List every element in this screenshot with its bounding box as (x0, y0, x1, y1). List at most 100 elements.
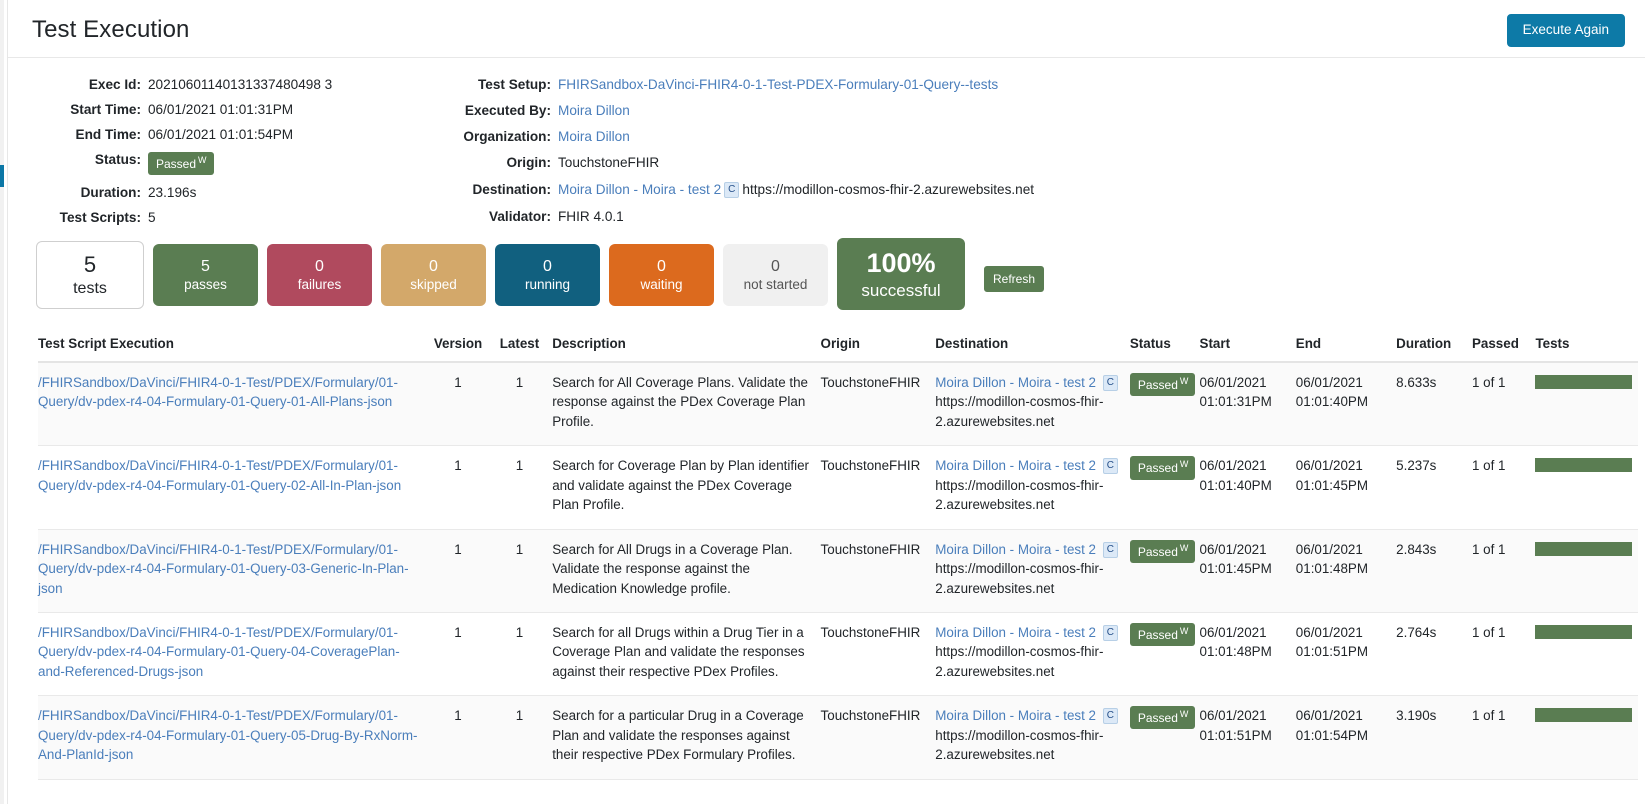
cell-test-script: /FHIRSandbox/DaVinci/FHIR4-0-1-Test/PDEX… (38, 529, 430, 613)
destination-link[interactable]: Moira Dillon - Moira - test 2 (935, 375, 1096, 390)
cell-origin: TouchstoneFHIR (820, 445, 936, 530)
start-time: 01:01:51PM (1199, 727, 1272, 743)
col-header-destination[interactable]: Destination (935, 330, 1130, 364)
table-row: /FHIRSandbox/DaVinci/FHIR4-0-1-Test/PDEX… (38, 612, 1638, 697)
execute-again-button[interactable]: Execute Again (1506, 14, 1625, 47)
status-badge-sup: W (1179, 376, 1189, 387)
cell-version: 1 (429, 695, 493, 780)
destination-link[interactable]: Moira Dillon - Moira - test 2 (935, 542, 1096, 557)
tests-progress-bar (1535, 458, 1632, 473)
detail-label-validator: Validator: (489, 208, 551, 224)
stat-running-label: running (524, 276, 571, 292)
destination-link[interactable]: Moira Dillon - Moira - test 2 (935, 458, 1096, 473)
page-container: Test Execution Execute Again Exec Id: 20… (7, 0, 1645, 804)
details-left-column: Exec Id: 20210601140131337480498 3 Start… (8, 72, 428, 230)
cell-tests (1535, 445, 1638, 530)
test-setup-link[interactable]: FHIRSandbox-DaVinci-FHIR4-0-1-Test-PDEX-… (558, 77, 998, 92)
col-header-test-script-execution[interactable]: Test Script Execution (38, 330, 430, 364)
col-header-duration[interactable]: Duration (1396, 330, 1472, 364)
col-header-end[interactable]: End (1295, 330, 1397, 364)
test-script-link[interactable]: /FHIRSandbox/DaVinci/FHIR4-0-1-Test/PDEX… (38, 542, 409, 596)
status-badge: Passed W (1129, 373, 1196, 397)
destination-link[interactable]: Moira Dillon - Moira - test 2 (935, 625, 1096, 640)
stat-running[interactable]: 0 running (495, 244, 600, 307)
cell-end: 06/01/2021 01:01:48PM (1295, 529, 1397, 613)
cell-origin: TouchstoneFHIR (820, 362, 936, 447)
cell-passed: 1 of 1 (1471, 612, 1536, 697)
detail-value-test-scripts: 5 (148, 210, 156, 226)
col-header-latest[interactable]: Latest (492, 330, 553, 364)
cell-start: 06/01/2021 01:01:45PM (1199, 529, 1296, 613)
refresh-button[interactable]: Refresh (984, 266, 1045, 293)
cell-latest: 1 (492, 529, 553, 613)
col-header-start[interactable]: Start (1199, 330, 1296, 364)
table-body: /FHIRSandbox/DaVinci/FHIR4-0-1-Test/PDEX… (38, 362, 1638, 780)
stat-passes-count: 5 (201, 257, 210, 275)
destination-url: https://modillon-cosmos-fhir-2.azurewebs… (742, 181, 1035, 197)
stat-not-started[interactable]: 0 not started (723, 244, 828, 307)
col-header-version[interactable]: Version (429, 330, 493, 364)
detail-row-validator: Validator: FHIR 4.0.1 (428, 204, 1328, 230)
destination-link[interactable]: Moira Dillon - Moira - test 2 (558, 182, 721, 197)
detail-label-destination: Destination: (472, 181, 551, 197)
status-badge-text: Passed (1137, 378, 1178, 393)
stat-passes[interactable]: 5 passes (153, 244, 258, 307)
status-badge: Passed W (1129, 706, 1196, 730)
detail-row-origin: Origin: TouchstoneFHIR (428, 150, 1328, 176)
status-badge: Passed W (1129, 539, 1196, 563)
left-rail-active-marker (0, 165, 4, 187)
col-header-status[interactable]: Status (1129, 330, 1200, 364)
stat-not-started-label: not started (743, 276, 808, 292)
cell-passed: 1 of 1 (1471, 445, 1536, 530)
status-badge-sup: W (1179, 542, 1189, 553)
detail-value-origin: TouchstoneFHIR (558, 155, 660, 171)
col-header-passed[interactable]: Passed (1471, 330, 1536, 364)
test-script-link[interactable]: /FHIRSandbox/DaVinci/FHIR4-0-1-Test/PDEX… (38, 708, 417, 762)
cell-destination: Moira Dillon - Moira - test 2 C https://… (935, 529, 1130, 613)
cell-latest: 1 (492, 695, 553, 780)
start-time: 01:01:48PM (1199, 644, 1272, 660)
detail-value-start-time: 06/01/2021 01:01:31PM (148, 101, 294, 117)
connection-type-tag: C (724, 181, 740, 198)
detail-label-test-scripts: Test Scripts: (59, 210, 141, 226)
executed-by-link[interactable]: Moira Dillon (558, 103, 630, 118)
cell-duration: 3.190s (1396, 695, 1472, 780)
col-header-tests[interactable]: Tests (1535, 330, 1638, 364)
cell-description: Search for All Drugs in a Coverage Plan.… (552, 529, 821, 613)
test-script-link[interactable]: /FHIRSandbox/DaVinci/FHIR4-0-1-Test/PDEX… (38, 375, 398, 409)
stat-waiting-label: waiting (640, 276, 683, 292)
connection-type-tag: C (1102, 375, 1118, 392)
detail-label-origin: Origin: (506, 155, 551, 171)
destination-link[interactable]: Moira Dillon - Moira - test 2 (935, 708, 1096, 723)
cell-destination: Moira Dillon - Moira - test 2 C https://… (935, 695, 1130, 780)
stat-waiting-count: 0 (657, 257, 666, 275)
cell-tests (1535, 612, 1638, 697)
cell-origin: TouchstoneFHIR (820, 529, 936, 613)
stat-failures-label: failures (297, 276, 342, 292)
detail-value-end-time: 06/01/2021 01:01:54PM (148, 126, 294, 142)
stat-tests[interactable]: 5 tests (36, 241, 144, 310)
start-date: 06/01/2021 (1199, 375, 1267, 391)
cell-status: Passed W (1129, 362, 1200, 447)
test-script-link[interactable]: /FHIRSandbox/DaVinci/FHIR4-0-1-Test/PDEX… (38, 458, 401, 492)
stat-failures[interactable]: 0 failures (267, 244, 372, 307)
stat-waiting[interactable]: 0 waiting (609, 244, 714, 307)
cell-latest: 1 (492, 612, 553, 697)
col-header-description[interactable]: Description (552, 330, 821, 364)
cell-description: Search for all Drugs within a Drug Tier … (552, 612, 821, 697)
col-header-origin[interactable]: Origin (820, 330, 936, 364)
cell-description: Search for Coverage Plan by Plan identif… (552, 445, 821, 530)
stat-skipped[interactable]: 0 skipped (381, 244, 486, 307)
detail-value-status: Passed W (148, 147, 428, 180)
stat-percent-label: successful (861, 281, 941, 301)
detail-label-test-setup: Test Setup: (477, 76, 551, 92)
stat-tests-count: 5 (83, 252, 97, 278)
cell-origin: TouchstoneFHIR (820, 612, 936, 697)
cell-latest: 1 (492, 445, 553, 530)
start-time: 01:01:31PM (1199, 394, 1272, 410)
test-script-link[interactable]: /FHIRSandbox/DaVinci/FHIR4-0-1-Test/PDEX… (38, 625, 400, 679)
end-date: 06/01/2021 (1295, 458, 1363, 474)
cell-status: Passed W (1129, 445, 1200, 530)
cell-test-script: /FHIRSandbox/DaVinci/FHIR4-0-1-Test/PDEX… (38, 612, 430, 697)
organization-link[interactable]: Moira Dillon (558, 129, 630, 144)
